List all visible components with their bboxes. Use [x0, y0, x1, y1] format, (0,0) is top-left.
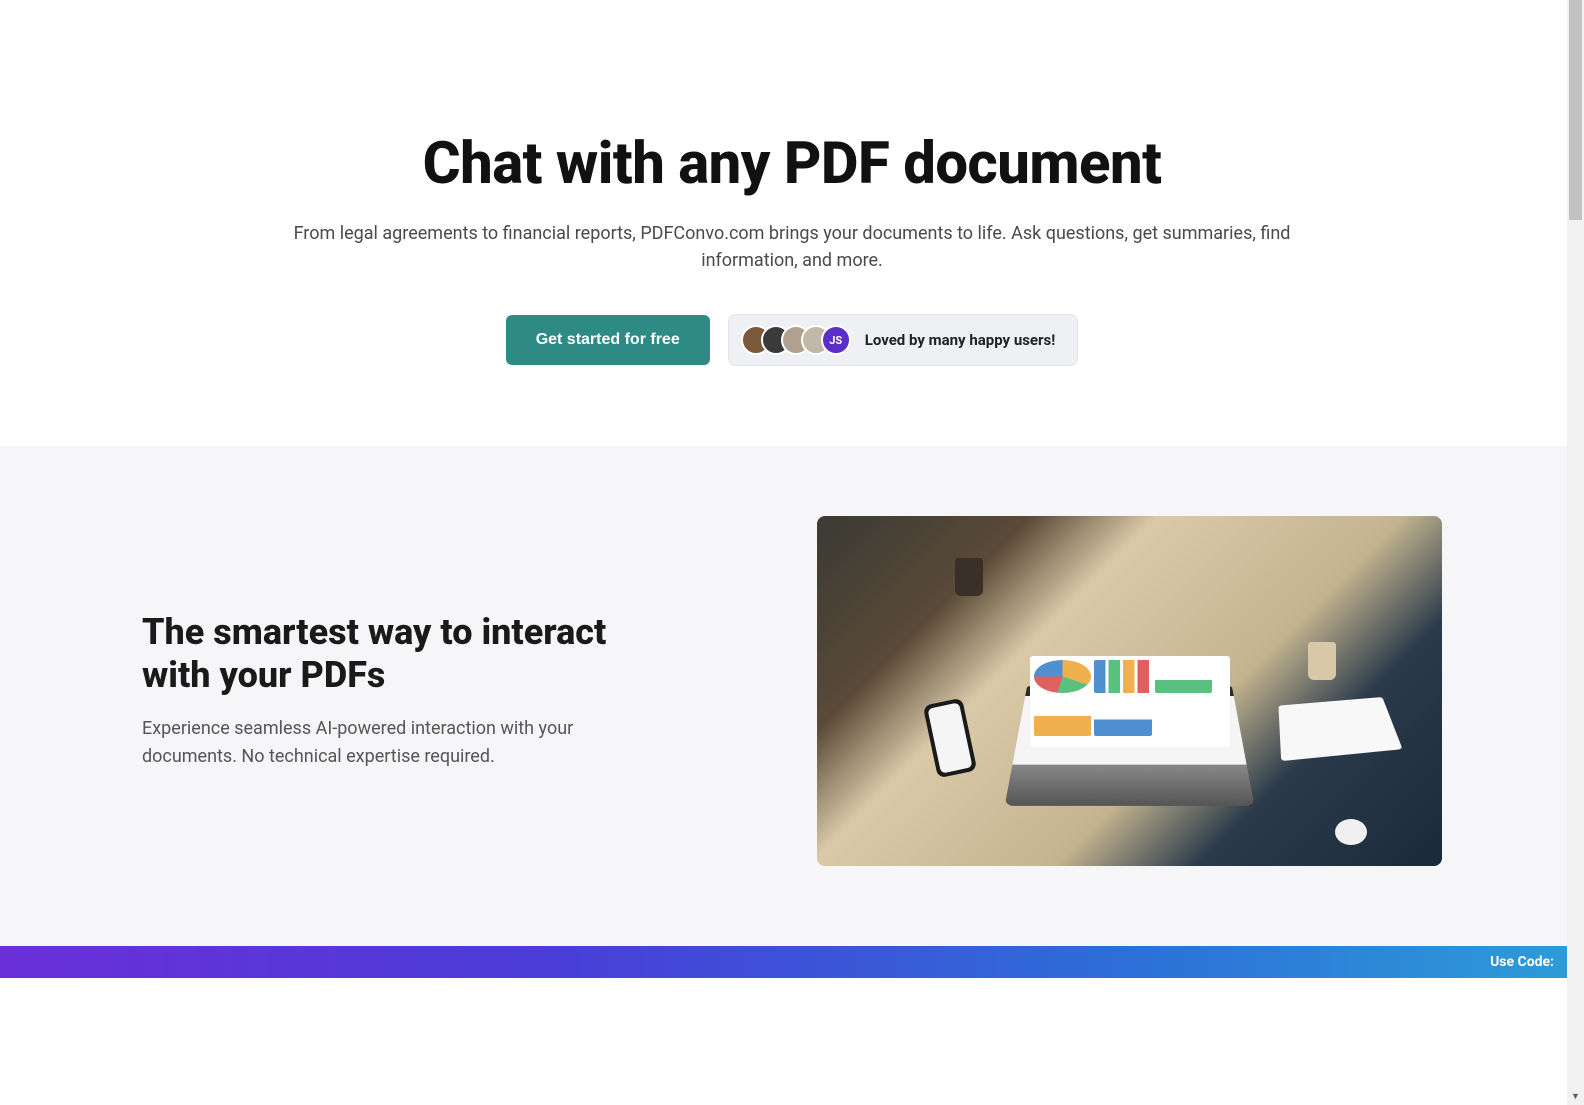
feature-image	[817, 516, 1442, 866]
scrollbar[interactable]: ▲ ▼	[1567, 0, 1584, 1105]
promo-code-label: Use Code:	[1490, 954, 1554, 970]
social-proof-text: Loved by many happy users!	[865, 331, 1056, 349]
coffee-cup-icon	[1308, 642, 1336, 680]
feature-text-block: The smartest way to interact with your P…	[142, 611, 767, 771]
pie-chart-icon	[1034, 660, 1092, 693]
laptop-screen-icon	[1030, 656, 1230, 747]
feature-row: The smartest way to interact with your P…	[142, 516, 1442, 866]
feature-title: The smartest way to interact with your P…	[142, 611, 642, 697]
social-proof-badge: JS Loved by many happy users!	[728, 314, 1079, 366]
meeting-illustration	[817, 516, 1442, 866]
hero-section: Chat with any PDF document From legal ag…	[0, 0, 1584, 446]
phone-icon	[922, 698, 977, 779]
scroll-down-icon[interactable]: ▼	[1567, 1088, 1584, 1105]
feature-description: Experience seamless AI-powered interacti…	[142, 715, 612, 771]
get-started-button[interactable]: Get started for free	[506, 315, 710, 365]
bar-chart-icon	[1034, 703, 1092, 736]
coffee-cup-icon	[1335, 819, 1367, 845]
bar-chart-icon	[1094, 660, 1152, 693]
avatar-icon: JS	[821, 325, 851, 355]
hero-subtitle: From legal agreements to financial repor…	[282, 220, 1302, 274]
promo-banner[interactable]: Use Code:	[0, 946, 1584, 978]
hero-cta-row: Get started for free JS Loved by many ha…	[40, 314, 1544, 366]
coffee-cup-icon	[955, 558, 983, 596]
bar-chart-icon	[1094, 703, 1152, 736]
hero-title: Chat with any PDF document	[40, 130, 1544, 198]
scrollbar-thumb[interactable]	[1569, 0, 1582, 220]
feature-section: The smartest way to interact with your P…	[0, 446, 1584, 946]
bar-chart-icon	[1155, 660, 1213, 693]
avatar-stack: JS	[741, 325, 851, 355]
